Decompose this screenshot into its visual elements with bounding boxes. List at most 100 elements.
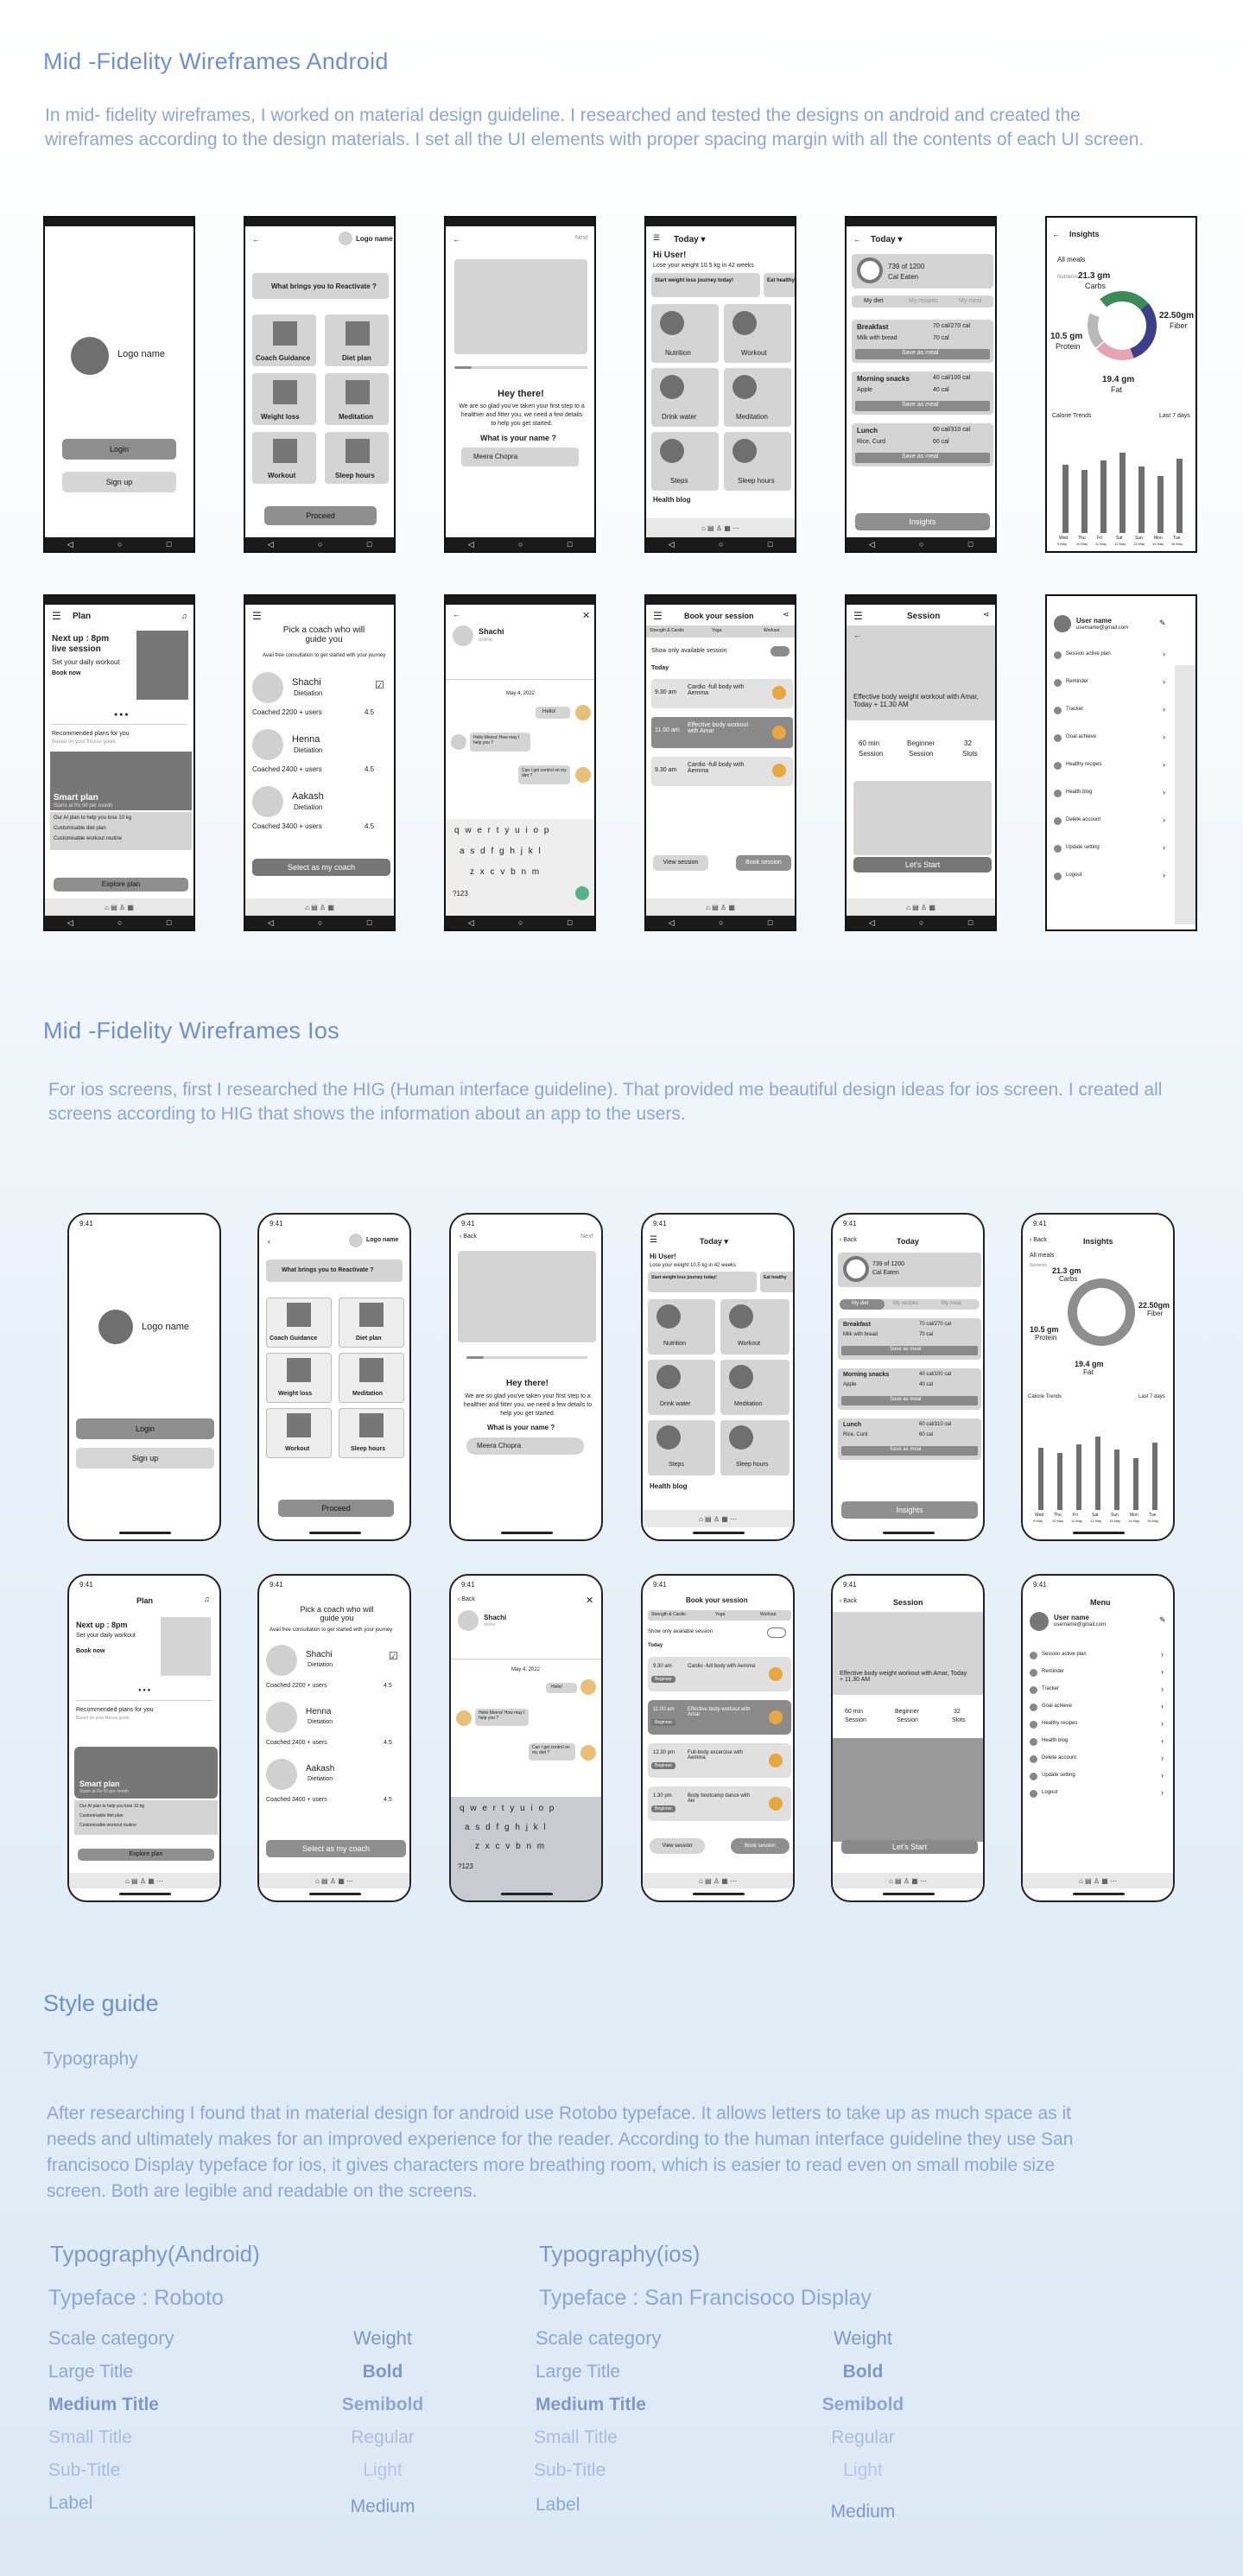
large-title-label: Large Title [48, 2362, 134, 2382]
proceed-button[interactable]: Proceed [278, 1500, 394, 1517]
chevron-right-icon: › [1161, 1788, 1164, 1797]
menu-item[interactable]: Delete account [1042, 1755, 1076, 1761]
coach-avatar [769, 1667, 783, 1681]
medium-label-ios: Medium [830, 2502, 896, 2522]
ios-chat-screen: 9:41 ‹ Back ✕ Shachi online May 4, 2022 … [449, 1574, 603, 1902]
weight-header-ios: Weight [833, 2327, 893, 2349]
day-label: Thu [1078, 536, 1086, 541]
slot-tag: Beginner [651, 1762, 676, 1769]
menu-item[interactable]: Reminder [1066, 679, 1088, 684]
menu-item[interactable]: Delete account [1066, 817, 1100, 822]
lets-start-button[interactable]: Let's Start [841, 1840, 978, 1854]
slot-tag: Beginner [651, 1719, 676, 1726]
android-section-title: Mid -Fidelity Wireframes Android [43, 48, 389, 74]
lets-start-button[interactable]: Let's Start [853, 857, 992, 872]
menu-item-icon [1030, 1738, 1037, 1746]
calorie-bar [1076, 1444, 1081, 1510]
small-title-label-ios: Small Title [534, 2427, 618, 2447]
calorie-bar [1114, 1450, 1119, 1510]
ios-session-screen: 9:41 ‹ Back Session Effective body weigh… [831, 1574, 985, 1902]
menu-item[interactable]: Session active plan [1042, 1652, 1087, 1657]
ios-today-screen: 9:41 ☰ Today ▾ Hi User! Lose your weight… [641, 1213, 795, 1541]
android-menu-screen: User name username@gmail.com ✎ Session a… [1045, 594, 1197, 931]
chevron-right-icon: › [1163, 733, 1165, 741]
menu-item[interactable]: Health blog [1042, 1738, 1068, 1743]
android-today-screen: ☰ Today ▾ Hi User! Lose your weight 10.5… [644, 216, 796, 553]
ios-coach-screen: 9:41 Pick a coach who will guide you Ava… [257, 1574, 411, 1902]
menu-item[interactable]: Goal achieve [1042, 1704, 1072, 1709]
chevron-right-icon: › [1161, 1702, 1164, 1710]
logo-name: Logo name [117, 349, 166, 359]
proceed-button[interactable]: Proceed [264, 506, 377, 525]
available-toggle[interactable] [771, 646, 790, 657]
slot-time: 12.30 pm [653, 1750, 675, 1755]
medium-title-label: Medium Title [48, 2395, 159, 2414]
calorie-bar [1062, 464, 1069, 533]
calorie-bar [1176, 459, 1183, 533]
day-label: Sun [1135, 536, 1143, 541]
calorie-bar [1133, 1458, 1138, 1510]
book-session-button[interactable]: Book session [736, 855, 791, 871]
slot-tag: Beginner [651, 1676, 676, 1683]
slot-name: Full-body excercise with Aemma [688, 1750, 744, 1761]
date-label: 12 May [1090, 1519, 1102, 1523]
android-book-session-screen: ☰ Book your session ⋖ Strength & Cardio … [644, 594, 796, 931]
menu-item[interactable]: Logout [1042, 1790, 1057, 1795]
insights-button[interactable]: Insights [855, 513, 990, 530]
select-coach-button[interactable]: Select as my coach [266, 1840, 406, 1857]
light-label: Light [363, 2460, 403, 2480]
explore-plan-button[interactable]: Explore plan [54, 878, 188, 891]
chevron-right-icon: › [1161, 1650, 1164, 1659]
name-input[interactable]: Meera Chopra [473, 453, 517, 460]
login-button[interactable]: Login [76, 1418, 214, 1439]
menu-item[interactable]: Reminder [1042, 1669, 1064, 1674]
menu-item[interactable]: Healthy recipes [1042, 1721, 1077, 1726]
menu-item-icon [1054, 734, 1062, 742]
menu-item[interactable]: Update setting [1066, 845, 1100, 850]
login-button[interactable]: Login [62, 439, 176, 460]
coach-avatar [769, 1797, 783, 1811]
menu-item-icon [1030, 1755, 1037, 1763]
date-label: 9 May [1057, 542, 1067, 546]
menu-item-icon [1054, 790, 1062, 797]
menu-item[interactable]: Tracker [1042, 1686, 1059, 1691]
menu-item[interactable]: Tracker [1066, 707, 1083, 712]
day-label: Sun [1111, 1513, 1119, 1518]
book-session-button[interactable]: Book session [731, 1838, 790, 1854]
medium-label: Medium [350, 2497, 415, 2516]
slot-time: 9.30 am [653, 1664, 672, 1669]
signup-button[interactable]: Sign up [62, 472, 176, 492]
scale-category-header: Scale category [48, 2327, 174, 2349]
typography-android-heading: Typography(Android) [50, 2241, 260, 2267]
menu-item[interactable]: Goal achieve [1066, 734, 1096, 739]
insights-button[interactable]: Insights [841, 1501, 978, 1519]
menu-item[interactable]: Logout [1066, 872, 1081, 878]
date-label: 11 May [1095, 542, 1107, 546]
select-coach-button[interactable]: Select as my coach [252, 859, 390, 876]
date-label: 10 May [1076, 542, 1088, 546]
menu-item[interactable]: Health blog [1066, 790, 1092, 795]
calorie-bar [1038, 1448, 1043, 1510]
day-label: Thu [1054, 1513, 1062, 1518]
android-coach-screen: ☰ Pick a coach who will guide you Avail … [244, 594, 396, 931]
label-label-ios: Label [536, 2495, 580, 2515]
typography-ios-heading: Typography(ios) [539, 2241, 701, 2267]
day-label: Fri [1097, 536, 1102, 541]
typeface-ios: Typeface : San Francisoco Display [539, 2286, 872, 2310]
chevron-right-icon: › [1163, 788, 1165, 796]
menu-item[interactable]: Update setting [1042, 1773, 1075, 1778]
chevron-right-icon: › [1161, 1754, 1164, 1762]
menu-item[interactable]: Session active plan [1066, 651, 1111, 657]
view-session-button[interactable]: View session [653, 855, 708, 871]
explore-plan-button[interactable]: Explore plan [78, 1849, 214, 1861]
calorie-bar [1095, 1437, 1100, 1510]
chevron-right-icon: › [1163, 650, 1165, 658]
slot-tag: Beginner [651, 1805, 676, 1812]
signup-button[interactable]: Sign up [76, 1448, 214, 1469]
menu-item[interactable]: Healthy recipes [1066, 762, 1101, 767]
style-guide-title: Style guide [43, 1990, 159, 2016]
ios-meals-screen: 9:41 ‹ Back Today 739 of 1200 Cal Eaten … [831, 1213, 985, 1541]
view-session-button[interactable]: View session [650, 1838, 705, 1854]
android-meals-screen: ← Today ▾ 739 of 1200 Cal Eaten My diet … [845, 216, 997, 553]
bold-label: Bold [362, 2362, 403, 2382]
